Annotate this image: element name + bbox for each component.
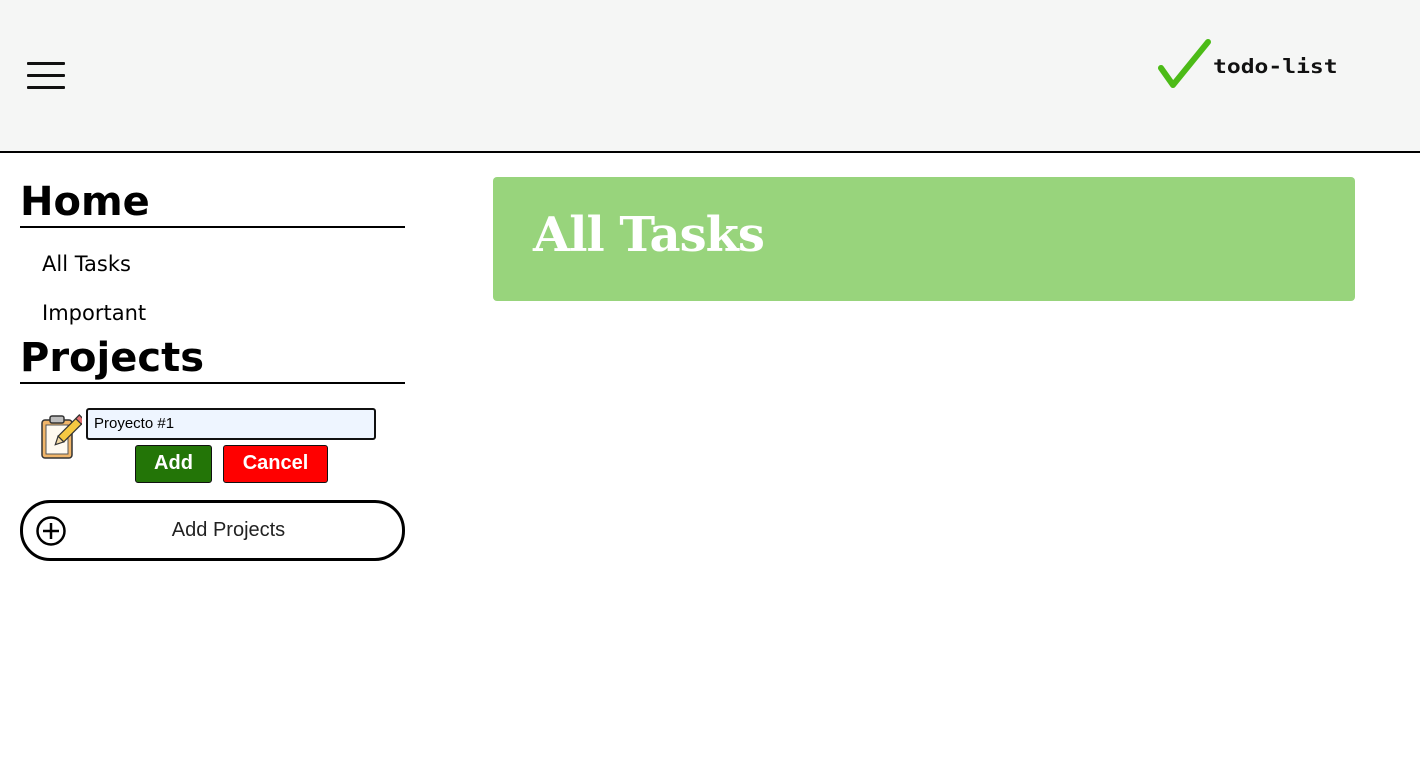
checkmark-icon [1158,39,1211,88]
projects-section-title: Projects [20,338,405,384]
app-header: todo-list [0,0,1420,153]
page-title: All Tasks [533,207,765,263]
sidebar-item-all-tasks[interactable]: All Tasks [20,240,405,289]
clipboard-pencil-icon [41,414,82,459]
add-project-button[interactable]: Add [135,445,212,483]
app-logo: todo-list [1158,38,1358,94]
add-projects-label: Add Projects [171,519,286,541]
new-project-form: Proyecto #1 Add Cancel [20,408,405,488]
add-projects-button[interactable]: Add Projects [20,500,405,561]
sidebar: Home All Tasks Important Projects [20,170,405,384]
sidebar-item-important[interactable]: Important [20,289,405,338]
project-name-input[interactable]: Proyecto #1 [86,408,376,440]
logo-text: todo-list [1213,56,1338,79]
main-title-banner: All Tasks [493,177,1355,301]
cancel-project-button[interactable]: Cancel [223,445,328,483]
hamburger-menu-icon[interactable] [27,62,65,90]
home-section-title: Home [20,170,405,228]
